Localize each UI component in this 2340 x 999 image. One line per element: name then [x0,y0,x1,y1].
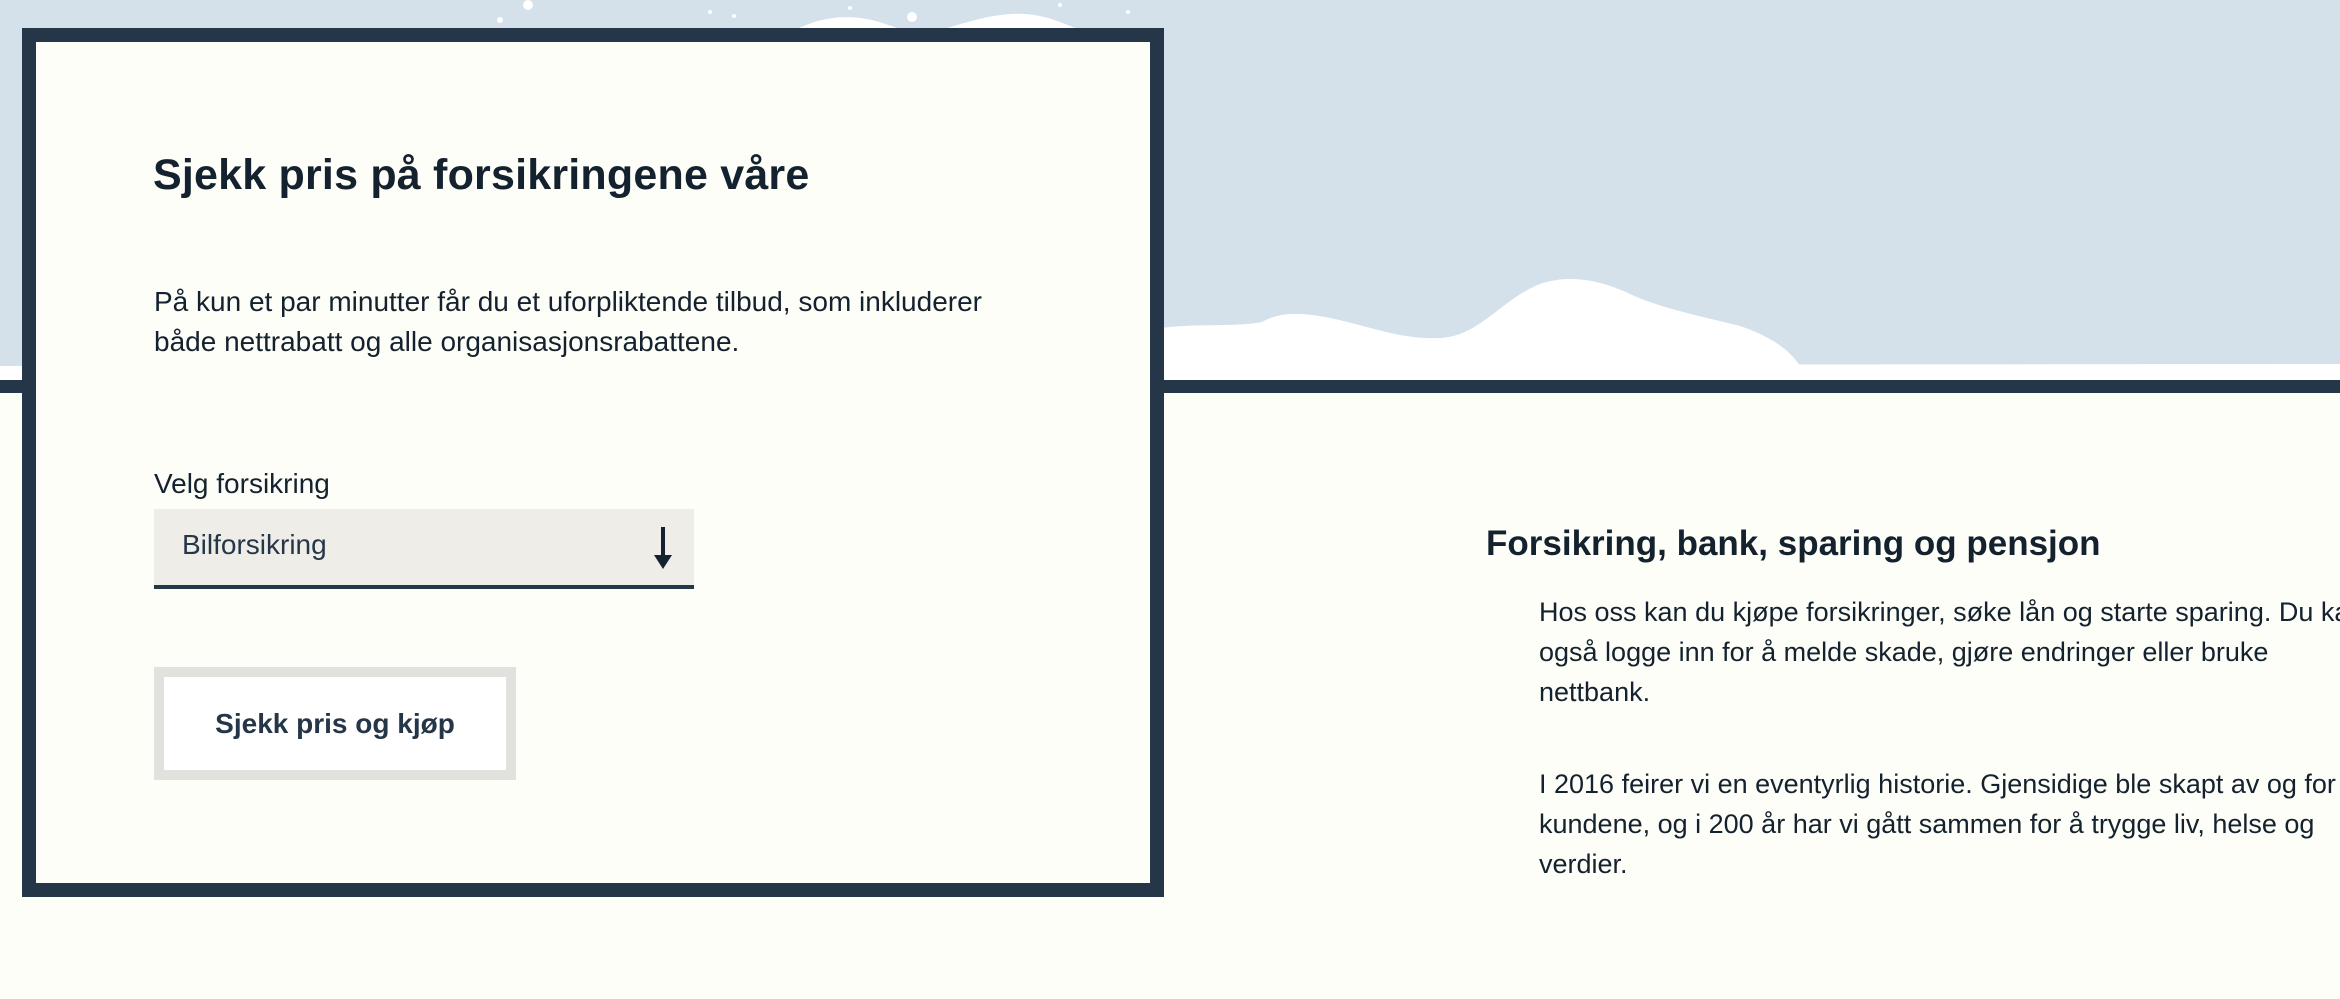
card-title: Sjekk pris på forsikringene våre [153,151,810,199]
select-label: Velg forsikring [154,468,330,499]
card-intro-text: På kun et par minutter får du et uforpli… [154,286,982,357]
insurance-select-value: Bilforsikring [182,529,327,560]
check-price-button[interactable]: Sjekk pris og kjøp [154,667,516,780]
info-heading: Forsikring, bank, sparing og pensjon [1486,524,2101,563]
arrow-down-icon [652,527,674,571]
insurance-select[interactable]: Bilforsikring [154,509,694,589]
page: Sjekk pris på forsikringene våre På kun … [0,0,2340,999]
info-paragraph: Hos oss kan du kjøpe forsikringer, søke … [1539,597,2340,707]
info-paragraph: I 2016 feirer vi en eventyrlig historie.… [1539,769,2336,879]
price-check-card: Sjekk pris på forsikringene våre På kun … [22,28,1164,897]
